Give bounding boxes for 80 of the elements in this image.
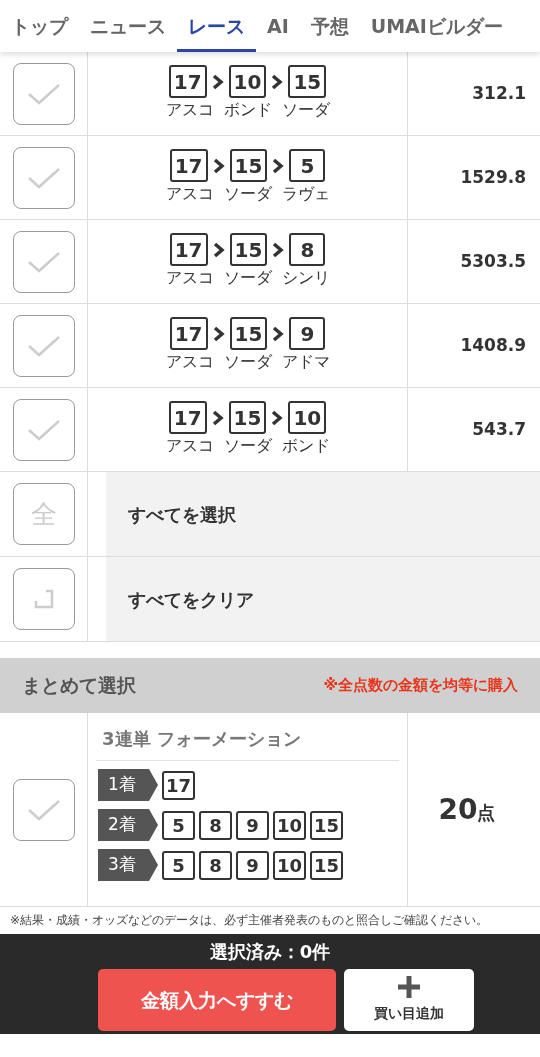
horse-number: 15 bbox=[228, 401, 267, 434]
plus-icon bbox=[397, 975, 421, 1000]
check-icon bbox=[26, 417, 61, 442]
horse-number: 8 bbox=[199, 810, 232, 840]
section-title: まとめて選択 bbox=[22, 673, 136, 699]
horse-name: アドマ bbox=[280, 351, 331, 373]
horse-number: 15 bbox=[229, 233, 268, 266]
horse-number: 15 bbox=[229, 149, 268, 182]
check-icon bbox=[26, 165, 61, 190]
check-icon bbox=[26, 249, 61, 274]
checkbox[interactable] bbox=[12, 778, 75, 841]
horse-number: 10 bbox=[273, 810, 306, 840]
horse-name: ソーダ bbox=[280, 99, 331, 121]
proceed-button[interactable]: 金額入力へすすむ bbox=[98, 968, 336, 1031]
nav-tab[interactable]: AI bbox=[256, 0, 300, 52]
horse-number: 10 bbox=[288, 401, 327, 434]
checkbox[interactable] bbox=[12, 146, 75, 209]
horse-number: 9 bbox=[236, 810, 269, 840]
horse-name: アスコ bbox=[164, 267, 215, 289]
horse-name: ラヴェ bbox=[280, 183, 331, 205]
horse-name: ソーダ bbox=[222, 351, 273, 373]
horse-number: 15 bbox=[310, 850, 343, 880]
odds-value: 5303.5 bbox=[460, 249, 526, 273]
nav-tab[interactable]: UMAIビルダー bbox=[359, 0, 514, 52]
horse-number: 15 bbox=[288, 65, 327, 98]
horse-number: 17 bbox=[169, 317, 208, 350]
horse-name: アスコ bbox=[164, 351, 215, 373]
horse-name: ボンド bbox=[222, 99, 273, 121]
horse-number: 17 bbox=[169, 149, 208, 182]
nav-tab[interactable]: ニュース bbox=[79, 0, 177, 52]
horse-name: アスコ bbox=[164, 183, 215, 205]
odds-value: 312.1 bbox=[472, 81, 526, 105]
check-icon bbox=[26, 333, 61, 358]
horse-number: 5 bbox=[162, 850, 195, 880]
horse-number: 8 bbox=[289, 233, 326, 266]
odds-value: 1408.9 bbox=[460, 333, 526, 357]
odds-value: 543.7 bbox=[472, 417, 526, 441]
horse-name: シンリ bbox=[280, 267, 331, 289]
horse-number: 9 bbox=[289, 317, 326, 350]
horse-name: ソーダ bbox=[222, 183, 273, 205]
horse-number: 17 bbox=[169, 233, 208, 266]
checkbox[interactable] bbox=[12, 62, 75, 125]
position-label: 2着 bbox=[98, 809, 158, 841]
horse-number: 10 bbox=[273, 850, 306, 880]
odds-value: 1529.8 bbox=[460, 165, 526, 189]
action-label[interactable]: すべてを選択 bbox=[128, 500, 236, 528]
horse-name: ソーダ bbox=[222, 435, 273, 457]
horse-number: 15 bbox=[229, 317, 268, 350]
checkbox[interactable] bbox=[12, 568, 75, 630]
position-label: 3着 bbox=[98, 849, 158, 881]
add-bet-button[interactable]: 買い目追加 bbox=[344, 968, 474, 1031]
checkbox[interactable] bbox=[12, 398, 75, 461]
horse-number: 5 bbox=[289, 149, 326, 182]
horse-name: ソーダ bbox=[222, 267, 273, 289]
position-label: 1着 bbox=[98, 769, 158, 801]
horse-number: 15 bbox=[310, 810, 343, 840]
horse-number: 17 bbox=[162, 770, 195, 800]
horse-name: アスコ bbox=[164, 99, 215, 121]
horse-number: 9 bbox=[236, 850, 269, 880]
horse-number: 5 bbox=[162, 810, 195, 840]
checkbox[interactable] bbox=[12, 314, 75, 377]
section-note: ※全点数の金額を均等に購入 bbox=[323, 675, 518, 697]
horse-number: 10 bbox=[228, 65, 267, 98]
point-count: 20点 bbox=[438, 791, 496, 828]
nav-tab[interactable]: トップ bbox=[0, 0, 79, 52]
horse-number: 17 bbox=[168, 401, 207, 434]
disclaimer-text: ※結果・成績・オッズなどのデータは、必ず主催者発表のものと照合しご確認ください。 bbox=[9, 912, 490, 929]
formation-title: 3連単 フォーメーション bbox=[96, 713, 399, 761]
check-icon bbox=[26, 797, 61, 822]
action-label[interactable]: すべてをクリア bbox=[128, 585, 254, 613]
check-icon bbox=[26, 81, 61, 106]
horse-number: 17 bbox=[168, 65, 207, 98]
nav-tab[interactable]: 予想 bbox=[299, 0, 360, 52]
checkbox[interactable] bbox=[12, 230, 75, 293]
nav-tab[interactable]: レース bbox=[177, 0, 256, 52]
selected-count: 選択済み：0件 bbox=[209, 939, 331, 964]
clear-icon bbox=[32, 588, 55, 610]
horse-name: アスコ bbox=[164, 435, 215, 457]
horse-number: 8 bbox=[199, 850, 232, 880]
horse-name: ボンド bbox=[280, 435, 331, 457]
